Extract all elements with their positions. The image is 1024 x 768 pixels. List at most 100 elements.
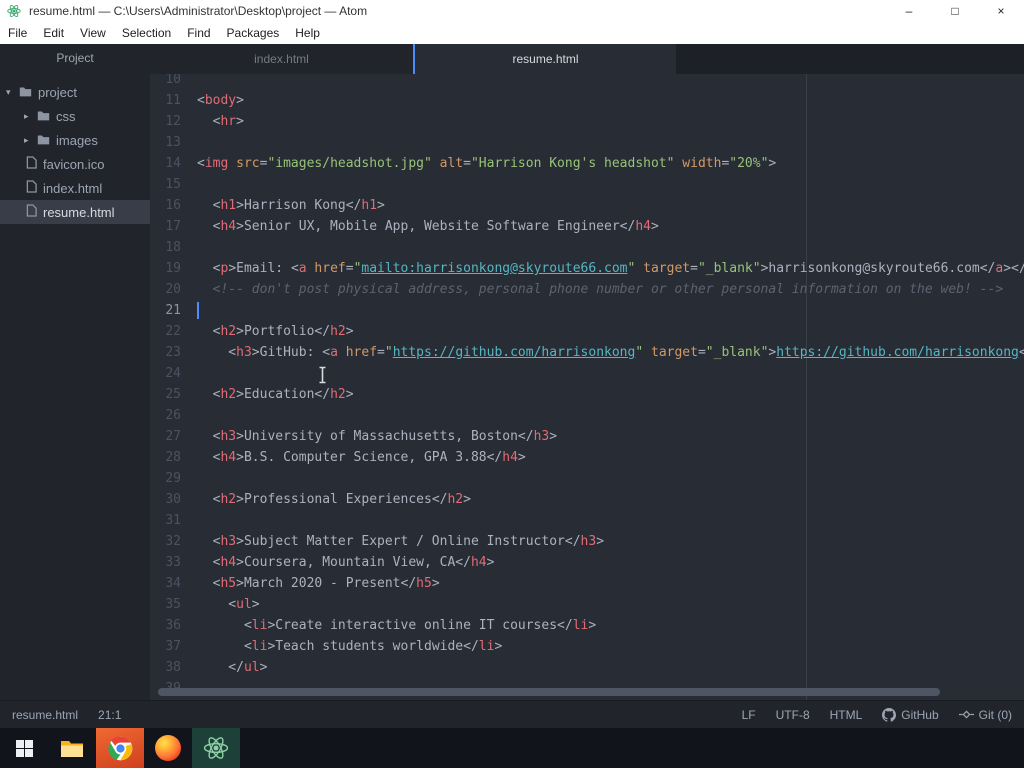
window-title: resume.html — C:\Users\Administrator\Des… [29,4,368,18]
cursor-position-indicator[interactable]: 21:1 [98,708,121,722]
code-line-13[interactable]: 13 [150,132,1024,153]
code-line-15[interactable]: 15 [150,174,1024,195]
file-icon [26,204,43,220]
line-number[interactable]: 12 [150,111,197,132]
horizontal-scrollbar-thumb[interactable] [158,688,940,696]
line-number[interactable]: 32 [150,531,197,552]
menu-packages[interactable]: Packages [219,26,288,40]
code-line-36[interactable]: 36 <li>Create interactive online IT cour… [150,615,1024,636]
code-line-21[interactable]: 21 [150,300,1024,321]
chevron-down-icon: ▾ [6,86,11,97]
code-line-34[interactable]: 34 <h5>March 2020 - Present</h5> [150,573,1024,594]
menu-file[interactable]: File [0,26,35,40]
taskbar-chrome[interactable] [96,728,144,768]
code-line-38[interactable]: 38 </ul> [150,657,1024,678]
code-line-17[interactable]: 17 <h4>Senior UX, Mobile App, Website So… [150,216,1024,237]
code-line-10[interactable]: 10 [150,74,1024,90]
line-number[interactable]: 31 [150,510,197,531]
tree-item-css[interactable]: ▸ css [0,104,150,128]
code-line-26[interactable]: 26 [150,405,1024,426]
text-caret [197,302,199,319]
line-number[interactable]: 19 [150,258,197,279]
taskbar-file-explorer[interactable] [48,728,96,768]
code-line-11[interactable]: 11 <body> [150,90,1024,111]
line-number[interactable]: 35 [150,594,197,615]
line-number[interactable]: 18 [150,237,197,258]
code-line-23[interactable]: 23 <h3>GitHub: <a href="https://github.c… [150,342,1024,363]
line-number[interactable]: 15 [150,174,197,195]
status-grammar[interactable]: HTML [830,708,863,722]
tree-item-favicon.ico[interactable]: favicon.ico [0,152,150,176]
tab-index.html[interactable]: index.html [150,44,413,74]
code-line-12[interactable]: 12 <hr> [150,111,1024,132]
line-number[interactable]: 30 [150,489,197,510]
code-line-22[interactable]: 22 <h2>Portfolio</h2> [150,321,1024,342]
status-line-ending[interactable]: LF [742,708,756,722]
code-line-content: <!-- don't post physical address, person… [197,282,1004,297]
maximize-button[interactable]: □ [932,0,978,22]
line-number[interactable]: 10 [150,74,197,90]
code-line-16[interactable]: 16 <h1>Harrison Kong</h1> [150,195,1024,216]
menu-selection[interactable]: Selection [114,26,179,40]
menu-edit[interactable]: Edit [35,26,72,40]
code-line-14[interactable]: 14 <img src="images/headshot.jpg" alt="Ha… [150,153,1024,174]
tree-item-index.html[interactable]: index.html [0,176,150,200]
line-number[interactable]: 22 [150,321,197,342]
taskbar-atom[interactable] [192,728,240,768]
tree-item-images[interactable]: ▸ images [0,128,150,152]
taskbar-start[interactable] [0,728,48,768]
line-number[interactable]: 25 [150,384,197,405]
status-git[interactable]: Git (0) [958,708,1012,722]
code-line-31[interactable]: 31 [150,510,1024,531]
line-number[interactable]: 29 [150,468,197,489]
code-line-29[interactable]: 29 [150,468,1024,489]
line-number[interactable]: 37 [150,636,197,657]
chevron-right-icon: ▸ [24,110,29,121]
code-line-37[interactable]: 37 <li>Teach students worldwide</li> [150,636,1024,657]
close-button[interactable]: × [978,0,1024,22]
menu-find[interactable]: Find [179,26,218,40]
line-number[interactable]: 14 [150,153,197,174]
line-number[interactable]: 21 [150,300,197,321]
code-line-33[interactable]: 33 <h4>Coursera, Mountain View, CA</h4> [150,552,1024,573]
menu-view[interactable]: View [72,26,114,40]
line-number[interactable]: 16 [150,195,197,216]
tab-resume.html[interactable]: resume.html [413,44,676,74]
code-line-19[interactable]: 19 <p>Email: <a href="mailto:harrisonkon… [150,258,1024,279]
code-line-18[interactable]: 18 [150,237,1024,258]
tree-item-resume.html[interactable]: resume.html [0,200,150,224]
line-number[interactable]: 20 [150,279,197,300]
taskbar-firefox[interactable] [144,728,192,768]
line-number[interactable]: 24 [150,363,197,384]
line-number[interactable]: 11 [150,90,197,111]
code-line-30[interactable]: 30 <h2>Professional Experiences</h2> [150,489,1024,510]
line-number[interactable]: 33 [150,552,197,573]
code-line-35[interactable]: 35 <ul> [150,594,1024,615]
folder-icon [37,109,56,124]
minimize-button[interactable]: – [886,0,932,22]
line-number[interactable]: 36 [150,615,197,636]
file-icon [26,156,43,172]
line-number[interactable]: 17 [150,216,197,237]
code-line-20[interactable]: 20 <!-- don't post physical address, per… [150,279,1024,300]
line-number[interactable]: 34 [150,573,197,594]
status-encoding[interactable]: UTF-8 [776,708,810,722]
code-area[interactable]: 10 11 <body> 12 <hr> 13 14 <img src="images/he… [150,74,1024,700]
line-number[interactable]: 23 [150,342,197,363]
line-number[interactable]: 13 [150,132,197,153]
code-line-content: <li>Teach students worldwide</li> [197,639,503,654]
code-line-27[interactable]: 27 <h3>University of Massachusetts, Bost… [150,426,1024,447]
status-github[interactable]: GitHub [882,707,939,722]
line-number[interactable]: 28 [150,447,197,468]
code-line-28[interactable]: 28 <h4>B.S. Computer Science, GPA 3.88</… [150,447,1024,468]
line-number[interactable]: 27 [150,426,197,447]
line-number[interactable]: 38 [150,657,197,678]
line-number[interactable]: 26 [150,405,197,426]
code-line-24[interactable]: 24 [150,363,1024,384]
menu-help[interactable]: Help [287,26,328,40]
tree-item-project[interactable]: ▾ project [0,80,150,104]
code-line-25[interactable]: 25 <h2>Education</h2> [150,384,1024,405]
code-line-32[interactable]: 32 <h3>Subject Matter Expert / Online In… [150,531,1024,552]
atom-window: resume.html — C:\Users\Administrator\Des… [0,0,1024,768]
code-line-content: <hr> [197,114,244,129]
